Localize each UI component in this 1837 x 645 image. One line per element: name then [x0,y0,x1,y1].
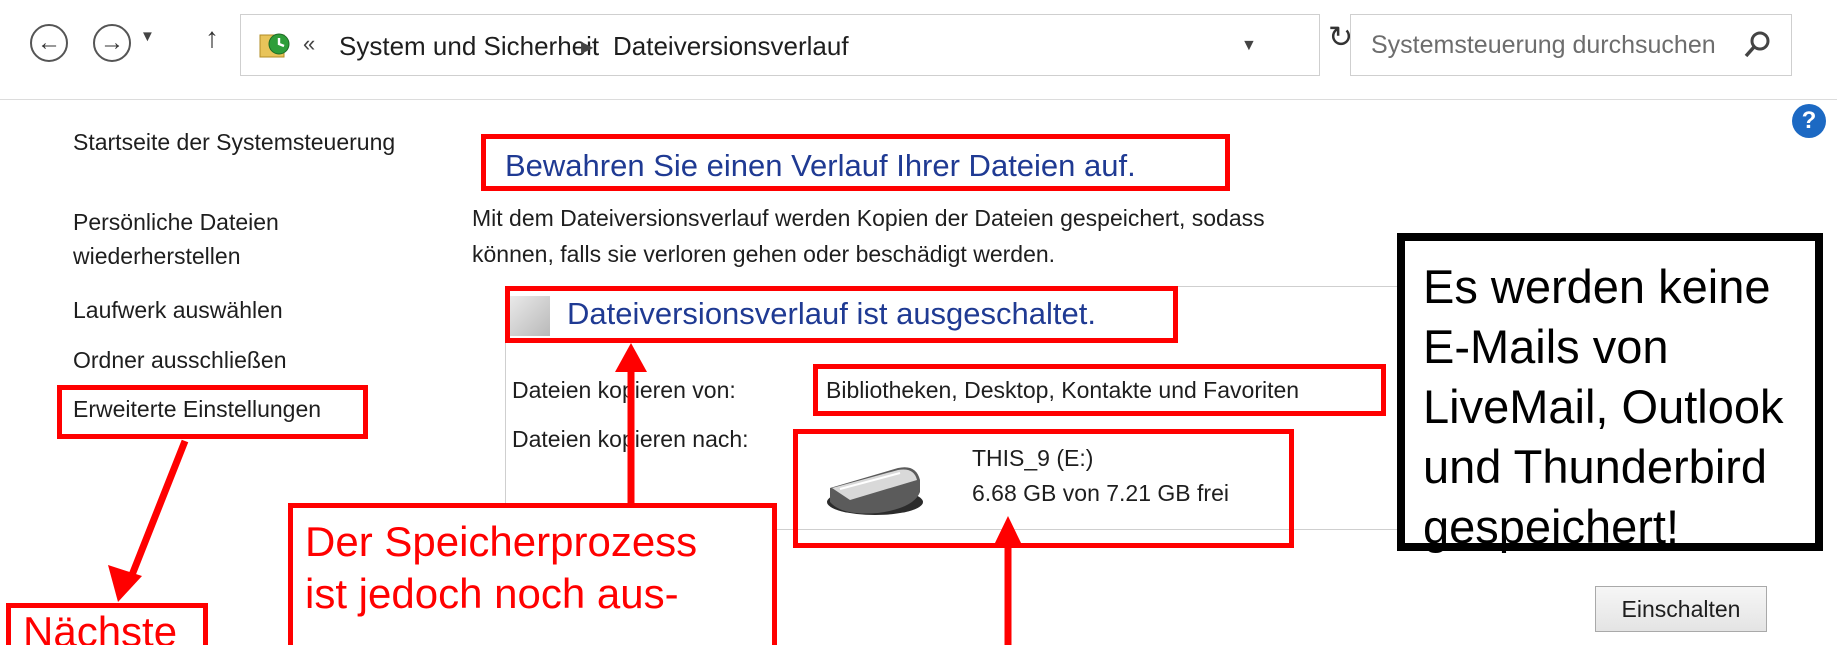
sidebar-item-restore-files-line2[interactable]: wiederherstellen [73,238,240,274]
sidebar-item-control-panel-home[interactable]: Startseite der Systemsteuerung [73,124,395,160]
highlight-page-title [481,134,1230,191]
highlight-status [505,286,1178,343]
search-field[interactable]: Systemsteuerung durchsuchen [1350,14,1792,76]
breadcrumb-system-security[interactable]: System und Sicherheit [339,31,599,62]
highlight-drive [793,429,1294,548]
chevron-right-icon[interactable]: ▶ [581,37,593,57]
note-line-3: LiveMail, Outlook [1423,380,1784,433]
sidebar-item-restore-files[interactable]: Persönliche Dateien [73,204,279,240]
page-description: Mit dem Dateiversionsverlauf werden Kopi… [472,200,1372,272]
note-line-2: E-Mails von [1423,320,1669,373]
address-field[interactable]: « System und Sicherheit ▶ Dateiversionsv… [240,14,1320,76]
arrow-right-icon: → [100,29,124,56]
up-button[interactable]: ↑ [205,22,219,54]
arrow-up-icon: ↑ [205,22,219,53]
recent-locations-dropdown[interactable]: ▼ [140,28,155,45]
copy-to-label: Dateien kopieren nach: [512,426,749,452]
breadcrumb-overflow[interactable]: « [303,31,315,57]
callout-line-2: ist jedoch noch aus- [305,570,679,617]
back-button[interactable]: ← [30,24,68,62]
note-line-5: gespeichert! [1423,500,1680,553]
copy-from-label: Dateien kopieren von: [512,377,736,403]
note-line-4: und Thunderbird [1423,440,1768,493]
arrow-left-icon: ← [37,29,61,56]
highlight-advanced-settings [57,385,368,439]
next-label-text: Nächste [23,608,178,645]
annotation-next-label: Nächste [6,603,208,645]
address-toolbar: ← → ▼ ↑ « System und Sicherheit ▶ Dateiv… [0,0,1837,100]
callout-line-1: Der Speicherprozess [305,518,698,565]
chevron-down-icon[interactable]: ▼ [1241,37,1257,55]
highlight-copy-from [813,364,1386,416]
description-line-1: Mit dem Dateiversionsverlauf werden Kopi… [472,205,1265,231]
sidebar-item-select-drive[interactable]: Laufwerk auswählen [73,292,283,328]
breadcrumb-file-history[interactable]: Dateiversionsverlauf [613,31,849,62]
enable-button[interactable]: Einschalten [1595,586,1767,632]
sidebar-item-exclude-folders[interactable]: Ordner ausschließen [73,342,287,378]
forward-button[interactable]: → [93,24,131,62]
help-icon[interactable]: ? [1792,104,1826,138]
search-placeholder: Systemsteuerung durchsuchen [1371,31,1716,59]
search-icon[interactable] [1741,29,1773,61]
annotation-callout-process: Der Speicherprozess ist jedoch noch aus- [288,503,777,645]
description-line-2: können, falls sie verloren gehen oder be… [472,241,1056,267]
arrow-advanced-settings [126,439,189,582]
arrowhead-advanced-settings [108,565,142,602]
file-history-icon [259,33,290,58]
annotation-note-email: Es werden keine E-Mails von LiveMail, Ou… [1397,233,1823,553]
note-line-1: Es werden keine [1423,260,1771,313]
